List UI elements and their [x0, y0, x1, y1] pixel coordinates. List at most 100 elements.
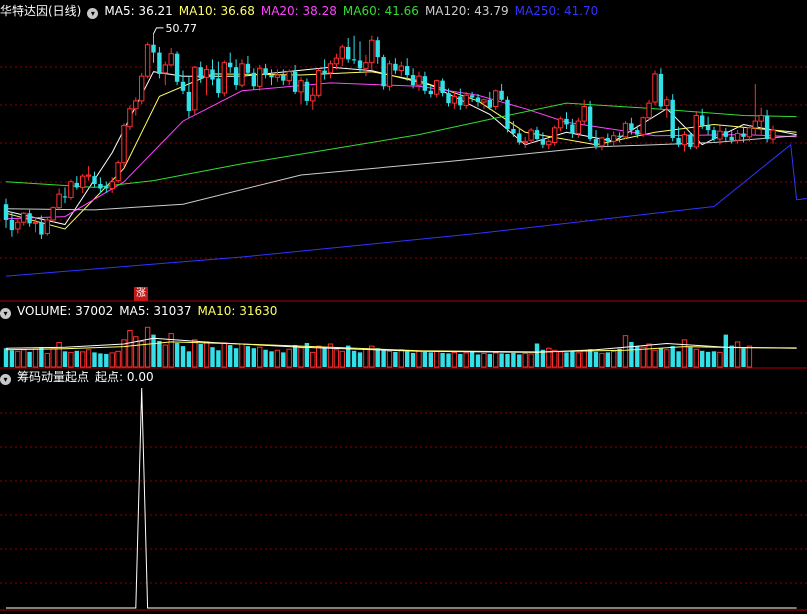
volume-bar [180, 346, 186, 367]
candle-body [228, 62, 233, 68]
volume-bar [705, 351, 711, 367]
chevron-down-icon[interactable]: ▾ [87, 8, 99, 19]
candle-body [292, 71, 298, 92]
volume-bar [670, 346, 675, 367]
volume-bar [416, 350, 422, 368]
volume-bar [203, 341, 210, 368]
volume-bar [68, 351, 74, 368]
volume-bar [381, 349, 386, 367]
candle-body [198, 67, 203, 79]
price-header: 华特达因(日线) ▾ MA5: 36.21 MA10: 36.68 MA20: 38.2… [0, 3, 604, 19]
candle-body [617, 135, 622, 137]
volume-bar [593, 351, 599, 367]
volume-bar [263, 349, 268, 367]
volume-bar [522, 352, 528, 368]
volume-bar [446, 353, 451, 367]
volume-bar [251, 348, 256, 367]
candle-body [80, 175, 86, 188]
candle-body [564, 118, 569, 125]
candle-body [693, 114, 699, 148]
candle-body [511, 128, 516, 134]
candle-body [451, 95, 458, 104]
candle-body [481, 99, 487, 103]
volume-bar [493, 352, 499, 368]
candle-body [62, 196, 68, 198]
volume-bar [157, 340, 162, 367]
candle-body [770, 129, 776, 140]
candle-body [316, 70, 322, 96]
volume-bar [700, 350, 705, 367]
candle-body [428, 90, 433, 95]
volume-bar [257, 346, 263, 368]
volume-bar [56, 341, 62, 368]
candle-body [32, 221, 39, 224]
ma20-label: MA20: 38.28 [260, 4, 337, 18]
volume-bar [676, 351, 681, 367]
volume-bar [652, 349, 658, 368]
volume-bar [210, 347, 215, 367]
volume-bar [405, 351, 410, 367]
candle-body [758, 114, 764, 122]
volume-label: VOLUME: 37002 [17, 304, 114, 318]
candle-body [540, 139, 546, 145]
candle-body [174, 53, 180, 82]
ma120-label: MA120: 43.79 [424, 4, 509, 18]
volume-bar [428, 352, 433, 367]
candle-body [310, 94, 316, 102]
volume-bar [511, 352, 516, 367]
candle-body [410, 75, 416, 86]
candle-body [729, 136, 734, 141]
candle-body [599, 137, 605, 147]
volume-bar [162, 344, 169, 368]
candle-body [664, 99, 670, 106]
volume-bar [517, 354, 522, 367]
volume-bar [168, 333, 174, 368]
candle-body [746, 127, 753, 138]
chevron-down-icon[interactable]: ▾ [0, 374, 11, 385]
candle-body [622, 122, 629, 138]
volume-bar [292, 345, 298, 367]
volume-bar [575, 352, 581, 368]
volume-bar [74, 350, 79, 367]
volume-bar [434, 350, 440, 368]
candle-body [168, 53, 174, 66]
candle-body [670, 99, 675, 138]
candle-body [251, 72, 256, 87]
volume-bar [21, 349, 27, 368]
volume-bar [109, 352, 115, 368]
candle-body [56, 193, 62, 209]
candle-body [711, 130, 717, 140]
candle-body [505, 99, 510, 129]
candle-body [286, 71, 292, 82]
candle-body [339, 46, 346, 59]
candle-body [416, 75, 422, 86]
candle-body [646, 102, 652, 119]
candle-body [557, 118, 564, 129]
volume-bar [410, 352, 416, 367]
chevron-down-icon[interactable]: ▾ [0, 308, 11, 319]
volume-bar [534, 343, 540, 367]
volume-bar [723, 334, 728, 367]
volume-bar [62, 351, 68, 367]
candle-body [109, 181, 115, 190]
volume-bar [115, 350, 121, 368]
candle-body [499, 90, 504, 100]
candle-body [405, 66, 410, 76]
candle-body [27, 213, 32, 224]
candle-body [700, 115, 705, 126]
candle-body [203, 68, 210, 78]
volume-bar [658, 348, 664, 367]
candle-body [210, 69, 215, 80]
candle-body [216, 78, 221, 94]
volume-bar [640, 346, 646, 368]
candle-body [186, 91, 192, 111]
candle-body [15, 221, 21, 230]
volume-bar [80, 351, 86, 368]
candle-body [440, 80, 445, 94]
candle-body [269, 75, 274, 78]
candle-body [764, 115, 770, 140]
candle-body [734, 132, 741, 141]
volume-bar [357, 352, 363, 367]
candle-body [375, 40, 380, 58]
candle-body [398, 65, 405, 72]
